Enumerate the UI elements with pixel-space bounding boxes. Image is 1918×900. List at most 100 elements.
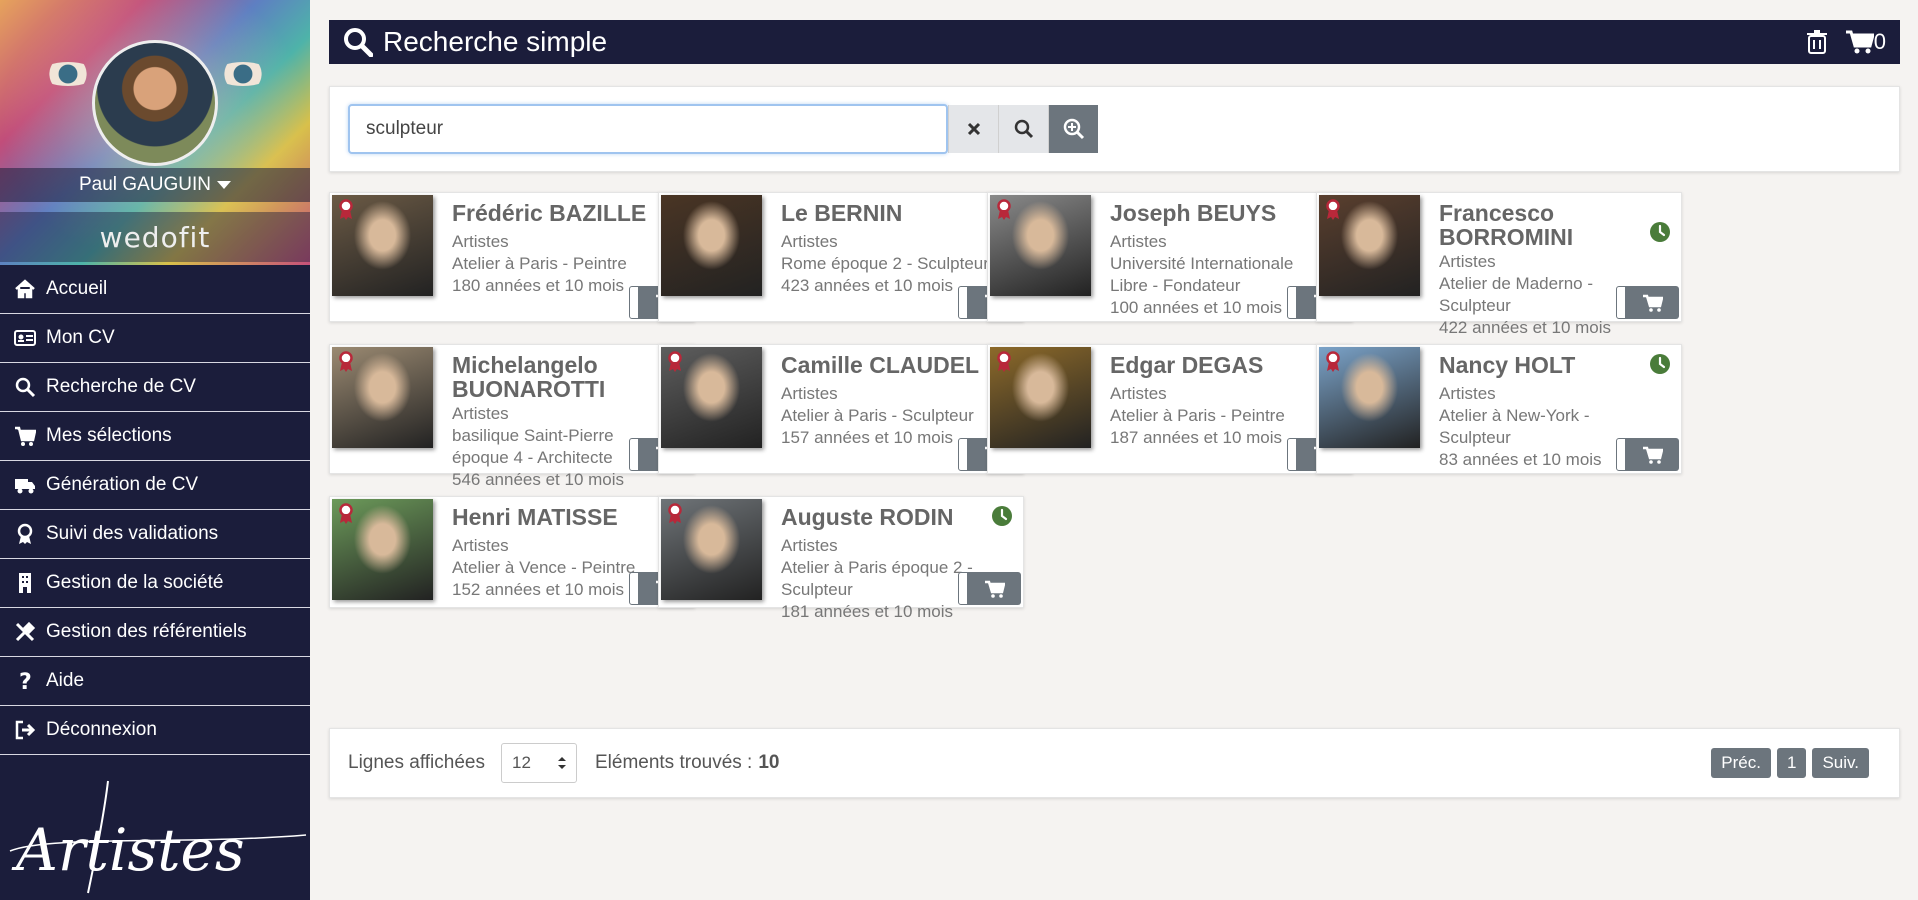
brand-text: Artistes bbox=[11, 816, 245, 884]
sidebar-item-generation-de-cv[interactable]: Génération de CV bbox=[0, 461, 310, 510]
artist-category: Artistes bbox=[1439, 252, 1496, 271]
artist-category: Artistes bbox=[1439, 384, 1496, 403]
advanced-search-button[interactable] bbox=[1048, 105, 1098, 153]
artist-card[interactable]: Le BERNIN Artistes Rome époque 2 - Sculpte… bbox=[658, 192, 1024, 322]
award-badge-icon bbox=[668, 351, 682, 372]
page-1-button[interactable]: 1 bbox=[1776, 748, 1807, 778]
award-badge-icon bbox=[339, 199, 353, 220]
add-to-cart-button[interactable] bbox=[958, 572, 1021, 605]
select-toggle[interactable] bbox=[629, 572, 639, 605]
artist-name[interactable]: Henri MATISSE bbox=[452, 505, 652, 529]
select-toggle[interactable] bbox=[1287, 438, 1297, 471]
search-panel bbox=[329, 86, 1900, 172]
sidebar-item-accueil[interactable]: Accueil bbox=[0, 265, 310, 314]
artist-name[interactable]: Frédéric BAZILLE bbox=[452, 201, 652, 225]
sidebar-nav: Accueil Mon CV Recherche de CV Mes sélectio… bbox=[0, 265, 310, 755]
artist-card[interactable]: Frédéric BAZILLE Artistes Atelier à Paris … bbox=[329, 192, 695, 322]
found-count: 10 bbox=[758, 752, 780, 773]
artist-card[interactable]: Joseph BEUYS Artistes Université Internati… bbox=[987, 192, 1353, 322]
zoom-in-icon bbox=[1063, 118, 1084, 140]
select-toggle[interactable] bbox=[629, 438, 639, 471]
artist-detail-line: 422 années et 10 mois bbox=[1439, 318, 1612, 337]
painting-eye-right bbox=[215, 62, 271, 86]
search-button[interactable] bbox=[998, 105, 1048, 153]
next-page-button[interactable]: Suiv. bbox=[1812, 748, 1869, 778]
artistes-brand-logo: Artistes bbox=[9, 780, 307, 894]
search-icon bbox=[1014, 119, 1033, 139]
page-title: Recherche simple bbox=[383, 26, 608, 57]
sidebar-item-recherche-de-cv[interactable]: Recherche de CV bbox=[0, 363, 310, 412]
search-input[interactable] bbox=[348, 104, 948, 154]
clock-icon bbox=[1650, 354, 1670, 374]
artist-name[interactable]: Michelangelo BUONAROTTI bbox=[452, 353, 652, 401]
artist-name[interactable]: Auguste RODIN bbox=[781, 505, 981, 529]
artist-name[interactable]: Joseph BEUYS bbox=[1110, 201, 1310, 225]
artist-name[interactable]: Francesco BORROMINI bbox=[1439, 201, 1639, 249]
prev-page-button[interactable]: Préc. bbox=[1711, 748, 1771, 778]
sidebar: Paul GAUGUIN wedofit Accueil Mon CV Recher… bbox=[0, 0, 310, 900]
award-badge-icon bbox=[339, 503, 353, 524]
rows-per-page-select[interactable]: 12 bbox=[500, 743, 577, 783]
sidebar-item-label: Génération de CV bbox=[46, 474, 199, 495]
artist-detail-line: Atelier à New-York - bbox=[1439, 406, 1590, 425]
artist-name[interactable]: Edgar DEGAS bbox=[1110, 353, 1310, 377]
sidebar-item-label: Accueil bbox=[46, 278, 108, 299]
cart-icon bbox=[1642, 446, 1663, 464]
artist-name[interactable]: Camille CLAUDEL bbox=[781, 353, 981, 377]
avatar[interactable] bbox=[92, 40, 218, 166]
clock-icon bbox=[1650, 222, 1670, 242]
artist-card[interactable]: Michelangelo BUONAROTTI Artistes basilique… bbox=[329, 344, 695, 489]
award-badge-icon bbox=[997, 199, 1011, 220]
sidebar-item-aide[interactable]: ? Aide bbox=[0, 657, 310, 706]
award-icon bbox=[12, 523, 38, 545]
sidebar-item-label: Recherche de CV bbox=[46, 376, 196, 397]
artist-card[interactable]: Henri MATISSE Artistes Atelier à Vence - P… bbox=[329, 496, 695, 608]
sidebar-item-mes-selections[interactable]: Mes sélections bbox=[0, 412, 310, 461]
artist-name[interactable]: Le BERNIN bbox=[781, 201, 981, 225]
sidebar-item-deconnexion[interactable]: Déconnexion bbox=[0, 706, 310, 755]
artist-card[interactable]: Camille CLAUDEL Artistes Atelier à Paris -… bbox=[658, 344, 1024, 474]
sidebar-item-gestion-de-la-societe[interactable]: Gestion de la société bbox=[0, 559, 310, 608]
add-to-cart-button[interactable] bbox=[1616, 438, 1679, 471]
sidebar-profile-banner: Paul GAUGUIN wedofit bbox=[0, 0, 310, 265]
select-toggle[interactable] bbox=[958, 438, 968, 471]
search-icon bbox=[12, 376, 38, 398]
cart-icon bbox=[1642, 294, 1663, 312]
user-menu[interactable]: Paul GAUGUIN bbox=[0, 168, 310, 202]
cart-icon[interactable] bbox=[1845, 30, 1874, 54]
select-toggle[interactable] bbox=[958, 286, 968, 319]
artist-card[interactable]: Nancy HOLT Artistes Atelier à New-York - Sc… bbox=[1316, 344, 1682, 474]
select-toggle[interactable] bbox=[1616, 286, 1626, 319]
select-toggle[interactable] bbox=[958, 572, 968, 605]
sidebar-item-mon-cv[interactable]: Mon CV bbox=[0, 314, 310, 363]
sidebar-item-suivi-des-validations[interactable]: Suivi des validations bbox=[0, 510, 310, 559]
sidebar-item-gestion-des-referentiels[interactable]: Gestion des référentiels bbox=[0, 608, 310, 657]
truck-icon bbox=[12, 474, 38, 496]
building-icon bbox=[12, 572, 38, 594]
award-badge-icon bbox=[997, 351, 1011, 372]
cart-count: 0 bbox=[1873, 29, 1886, 54]
caret-down-icon bbox=[216, 181, 231, 189]
select-toggle[interactable] bbox=[1287, 286, 1297, 319]
artist-category: Artistes bbox=[781, 536, 838, 555]
sign-out-icon bbox=[12, 719, 38, 741]
main-content: Recherche simple 0 sculpteur Frédéric BA… bbox=[329, 20, 1900, 798]
trash-icon[interactable] bbox=[1806, 30, 1828, 54]
artist-name[interactable]: Nancy HOLT bbox=[1439, 353, 1639, 377]
question-icon: ? bbox=[12, 670, 38, 692]
cart-icon bbox=[12, 425, 38, 447]
artist-card[interactable]: Auguste RODIN Artistes Atelier à Paris épo… bbox=[658, 496, 1024, 621]
sidebar-item-label: Suivi des validations bbox=[46, 523, 219, 544]
clear-search-button[interactable] bbox=[948, 105, 998, 153]
artist-card[interactable]: Edgar DEGAS Artistes Atelier à Paris - Pei… bbox=[987, 344, 1353, 474]
found-label: Eléments trouvés : bbox=[594, 752, 753, 773]
page-title-wrap: Recherche simple bbox=[343, 26, 607, 58]
cart-icon bbox=[984, 580, 1005, 598]
artist-card[interactable]: Francesco BORROMINI Artistes Atelier de Ma… bbox=[1316, 192, 1682, 337]
select-toggle[interactable] bbox=[629, 286, 639, 319]
add-to-cart-button[interactable] bbox=[1616, 286, 1679, 319]
sidebar-item-label: Gestion de la société bbox=[46, 572, 224, 593]
sidebar-item-label: Aide bbox=[46, 670, 85, 691]
sidebar-item-label: Mes sélections bbox=[46, 425, 172, 446]
select-toggle[interactable] bbox=[1616, 438, 1626, 471]
